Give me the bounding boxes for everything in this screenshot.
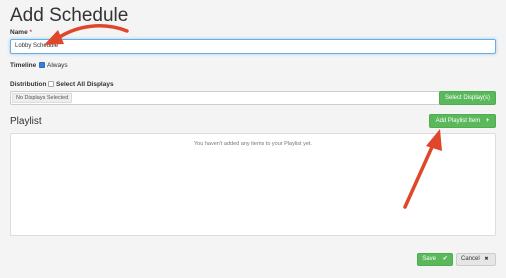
checkmark-icon: ✔ (442, 256, 448, 262)
playlist-heading: Playlist (10, 116, 42, 127)
add-playlist-item-label: Add Playlist Item (435, 118, 481, 124)
playlist-empty-message: You haven't added any items to your Play… (194, 141, 312, 147)
displays-tag: No Displays Selected (12, 93, 73, 103)
timeline-always-option[interactable]: Always (39, 62, 68, 69)
save-label: Save (422, 256, 436, 262)
name-input[interactable]: Lobby Schedule (10, 39, 496, 54)
timeline-always-text: Always (47, 62, 68, 69)
plus-icon: + (485, 118, 490, 124)
displays-select-field[interactable]: No Displays Selected (10, 91, 440, 105)
timeline-always-checkbox[interactable] (39, 62, 45, 68)
required-mark: * (29, 29, 33, 36)
cancel-label: Cancel (461, 256, 480, 262)
select-all-displays-checkbox[interactable] (48, 81, 54, 87)
page-title: Add Schedule (10, 5, 129, 26)
annotation-arrow-name (56, 24, 129, 40)
distribution-label: Distribution (10, 81, 47, 88)
select-all-displays-option[interactable]: Select All Displays (48, 81, 114, 88)
name-label: Name * (10, 29, 32, 36)
close-icon: ✖ (484, 256, 489, 262)
select-displays-button[interactable]: Select Display(s) (439, 91, 496, 105)
cancel-button[interactable]: Cancel ✖ (456, 253, 496, 266)
save-button[interactable]: Save ✔ (417, 253, 453, 266)
add-playlist-item-button[interactable]: Add Playlist Item + (429, 114, 496, 128)
playlist-panel: You haven't added any items to your Play… (10, 133, 496, 236)
timeline-label: Timeline (10, 62, 37, 69)
select-all-displays-text: Select All Displays (56, 81, 114, 88)
name-label-text: Name (10, 29, 28, 36)
name-input-value: Lobby Schedule (15, 43, 59, 49)
